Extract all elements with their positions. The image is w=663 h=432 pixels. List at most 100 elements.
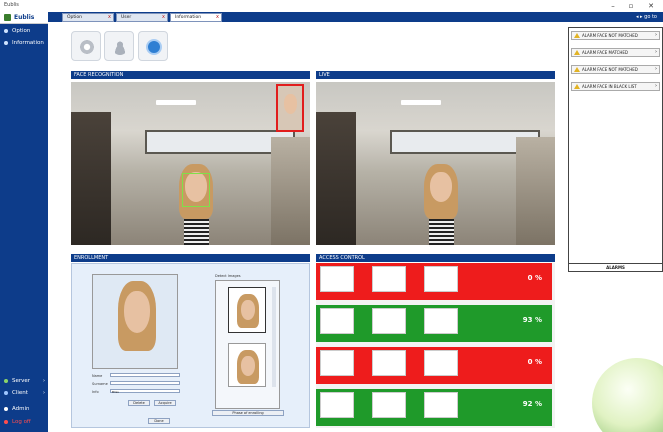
tab-close-icon[interactable]: x xyxy=(108,14,111,21)
sidebar-item-information[interactable]: Information xyxy=(0,38,48,48)
client-icon xyxy=(4,391,8,395)
chevron-right-icon: › xyxy=(655,32,657,38)
shelf-right xyxy=(516,137,555,245)
sidebar-item-server[interactable]: Server › xyxy=(0,376,48,386)
alarm-item[interactable]: ALARM FACE NOT MATCHED › xyxy=(571,31,660,40)
sidebar-item-label: Server xyxy=(12,378,31,384)
server-icon xyxy=(4,379,8,383)
access-thumb-match xyxy=(372,350,406,376)
navigation-controls[interactable]: ◂ ▸ go to xyxy=(636,13,657,21)
warning-icon xyxy=(574,50,580,55)
sidebar-item-label: Log off xyxy=(12,419,31,425)
match-percentage: 93 % xyxy=(522,316,542,324)
window-title: Eublis xyxy=(4,2,19,8)
shelf-left xyxy=(316,112,356,245)
person-top xyxy=(184,219,209,245)
face-recognition-header: FACE RECOGNITION xyxy=(71,71,310,79)
info-label: Info xyxy=(92,390,99,394)
shelf-right xyxy=(271,137,310,245)
sidebar-item-option[interactable]: Option xyxy=(0,26,48,36)
tab-close-icon[interactable]: x xyxy=(216,14,219,21)
done-button[interactable]: Done xyxy=(148,418,170,424)
access-thumb-camera xyxy=(320,350,354,376)
ceiling-light xyxy=(401,100,441,105)
surname-label: Surname xyxy=(92,382,108,386)
detected-image-2[interactable] xyxy=(228,343,266,387)
sidebar-item-client[interactable]: Client › xyxy=(0,388,48,398)
user-icon xyxy=(112,39,128,55)
alarm-item[interactable]: ALARM FACE MATCHED › xyxy=(571,48,660,57)
alarm-label: ALARM FACE NOT MATCHED xyxy=(582,33,638,38)
live-feed xyxy=(316,82,555,245)
alarm-label: ALARM FACE IN BLACK LIST xyxy=(582,84,637,89)
match-percentage: 0 % xyxy=(527,358,542,366)
alarm-item[interactable]: ALARM FACE NOT MATCHED › xyxy=(571,65,660,74)
access-row[interactable]: 0 % xyxy=(316,347,552,384)
close-window-button[interactable]: ✕ xyxy=(644,1,658,11)
access-thumb-candidate xyxy=(424,266,458,292)
tab-label: Option xyxy=(67,15,83,20)
detected-image-1[interactable] xyxy=(228,287,266,333)
chevron-right-icon: › xyxy=(655,83,657,89)
tab-option[interactable]: Option x xyxy=(62,13,114,22)
sidebar-item-label: Admin xyxy=(12,406,30,412)
access-thumb-match xyxy=(372,308,406,334)
logoff-icon xyxy=(4,420,8,424)
maximize-button[interactable]: ▫ xyxy=(624,1,638,11)
face-detection-box xyxy=(182,173,210,207)
alarms-panel: ALARM FACE NOT MATCHED › ALARM FACE MATC… xyxy=(568,27,663,272)
minimize-button[interactable]: – xyxy=(606,1,620,11)
app-logo-text: Eublis xyxy=(14,14,35,21)
match-percentage: 92 % xyxy=(522,400,542,408)
alarm-label: ALARM FACE NOT MATCHED xyxy=(582,67,638,72)
info-field[interactable]: Bliss xyxy=(110,389,180,394)
name-field[interactable] xyxy=(110,373,180,377)
alarms-footer: ALARMS xyxy=(569,263,662,271)
tab-label: User xyxy=(121,15,132,20)
info-tool-button[interactable] xyxy=(138,31,168,61)
access-row[interactable]: 93 % xyxy=(316,305,552,342)
access-control-header: ACCESS CONTROL xyxy=(316,254,555,262)
gear-icon xyxy=(4,29,8,33)
live-header: LIVE xyxy=(316,71,555,79)
sidebar-item-label: Client xyxy=(12,390,28,396)
access-row[interactable]: 0 % xyxy=(316,263,552,300)
sidebar-item-admin[interactable]: Admin xyxy=(0,404,48,414)
user-tool-button[interactable] xyxy=(104,31,134,61)
surname-field[interactable] xyxy=(110,381,180,385)
thumb-face xyxy=(241,300,255,320)
enrollment-panel: Detect Images Phase of enrolling Name Su… xyxy=(71,263,310,428)
photo-face xyxy=(124,291,150,333)
access-row[interactable]: 92 % xyxy=(316,389,552,426)
alarm-label: ALARM FACE MATCHED xyxy=(582,50,628,55)
warning-icon xyxy=(574,84,580,89)
acquire-button[interactable]: Acquire xyxy=(154,400,176,406)
inset-face xyxy=(284,94,297,114)
detect-images-list[interactable] xyxy=(215,280,280,409)
enrollment-photo xyxy=(92,274,178,369)
tab-bar: Option x User x Information x ◂ ▸ go to xyxy=(48,12,663,22)
delete-button[interactable]: Delete xyxy=(128,400,150,406)
scrollbar[interactable] xyxy=(272,287,276,387)
alarm-item[interactable]: ALARM FACE IN BLACK LIST › xyxy=(571,82,660,91)
tab-close-icon[interactable]: x xyxy=(162,14,165,21)
name-label: Name xyxy=(92,374,103,378)
tab-user[interactable]: User x xyxy=(116,13,168,22)
chevron-right-icon: › xyxy=(655,66,657,72)
detect-images-label: Detect Images xyxy=(215,274,241,278)
chevron-right-icon: › xyxy=(655,49,657,55)
access-thumb-match xyxy=(372,392,406,418)
access-thumb-match xyxy=(372,266,406,292)
info-icon xyxy=(146,39,162,55)
tab-label: Information xyxy=(175,15,202,20)
access-thumb-camera xyxy=(320,392,354,418)
sidebar-item-label: Information xyxy=(12,40,44,46)
tab-information[interactable]: Information x xyxy=(170,13,222,22)
sidebar-item-logoff[interactable]: Log off xyxy=(0,417,48,427)
access-thumb-camera xyxy=(320,308,354,334)
settings-tool-button[interactable] xyxy=(71,31,101,61)
ceiling-light xyxy=(156,100,196,105)
chevron-right-icon: › xyxy=(43,390,45,396)
phase-enrolling-button[interactable]: Phase of enrolling xyxy=(212,410,284,416)
info-icon xyxy=(4,41,8,45)
